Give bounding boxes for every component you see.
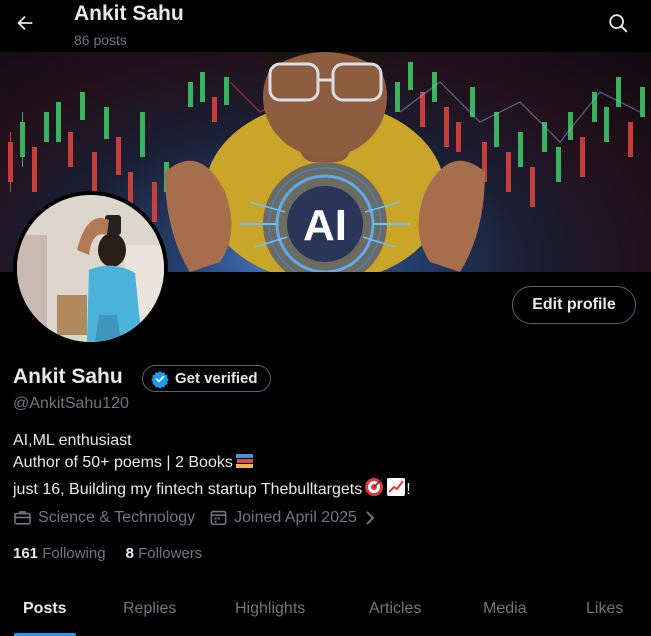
followers-label: Followers <box>138 545 203 562</box>
tab-replies[interactable]: Replies <box>123 600 176 618</box>
briefcase-icon <box>14 511 31 525</box>
category-label: Science & Technology <box>38 508 196 526</box>
tab-likes[interactable]: Likes <box>586 600 623 618</box>
banner-ai-text: AI <box>303 201 347 250</box>
search-button[interactable] <box>605 10 631 36</box>
followers-count: 8 <box>125 545 134 562</box>
profile-avatar[interactable] <box>13 191 168 346</box>
profile-meta: Science & Technology Joined April 2025 <box>13 508 391 527</box>
target-emoji-icon <box>364 477 384 504</box>
following-link[interactable]: 161 Following <box>13 545 106 562</box>
bio-line: AI,ML enthusiast <box>13 432 132 449</box>
followers-link[interactable]: 8 Followers <box>126 545 203 562</box>
avatar-image <box>17 195 164 342</box>
tab-highlights[interactable]: Highlights <box>235 600 305 618</box>
bio-line-text: just 16, Building my fintech startup The… <box>13 481 363 498</box>
bio-line-text: Author of 50+ poems | 2 Books <box>13 454 233 471</box>
tab-posts[interactable]: Posts <box>23 600 67 618</box>
tab-media[interactable]: Media <box>483 600 527 618</box>
profile-category: Science & Technology <box>13 508 195 527</box>
following-count: 161 <box>13 545 39 562</box>
profile-display-name: Ankit Sahu <box>13 365 123 388</box>
profile-bio: AI,ML enthusiast Author of 50+ poems | 2… <box>13 430 411 504</box>
profile-tabs: Posts Replies Highlights Articles Media … <box>0 586 651 636</box>
profile-header: Ankit Sahu 86 posts <box>0 0 651 52</box>
bio-line: Author of 50+ poems | 2 Books <box>13 452 411 477</box>
search-icon <box>609 14 628 33</box>
bio-line-suffix: ! <box>406 481 411 498</box>
profile-joined[interactable]: Joined April 2025 <box>209 508 377 527</box>
header-name: Ankit Sahu <box>74 2 184 25</box>
joined-label: Joined April 2025 <box>234 508 357 526</box>
follow-counts: 161 Following 8 Followers <box>13 545 202 562</box>
back-button[interactable] <box>10 8 40 38</box>
tab-articles[interactable]: Articles <box>369 600 421 618</box>
get-verified-label: Get verified <box>175 370 258 387</box>
chart-up-emoji-icon <box>386 477 406 504</box>
get-verified-button[interactable]: Get verified <box>142 365 271 392</box>
chevron-right-icon <box>366 510 375 525</box>
bio-line: just 16, Building my fintech startup The… <box>13 477 411 504</box>
edit-profile-button[interactable]: Edit profile <box>512 286 636 324</box>
books-emoji-icon <box>235 452 255 477</box>
calendar-icon <box>210 510 227 526</box>
arrow-left-icon <box>17 15 33 31</box>
following-label: Following <box>42 545 106 562</box>
profile-handle: @AnkitSahu120 <box>13 395 129 412</box>
verified-badge-icon <box>151 370 169 388</box>
header-post-count: 86 posts <box>74 32 127 48</box>
